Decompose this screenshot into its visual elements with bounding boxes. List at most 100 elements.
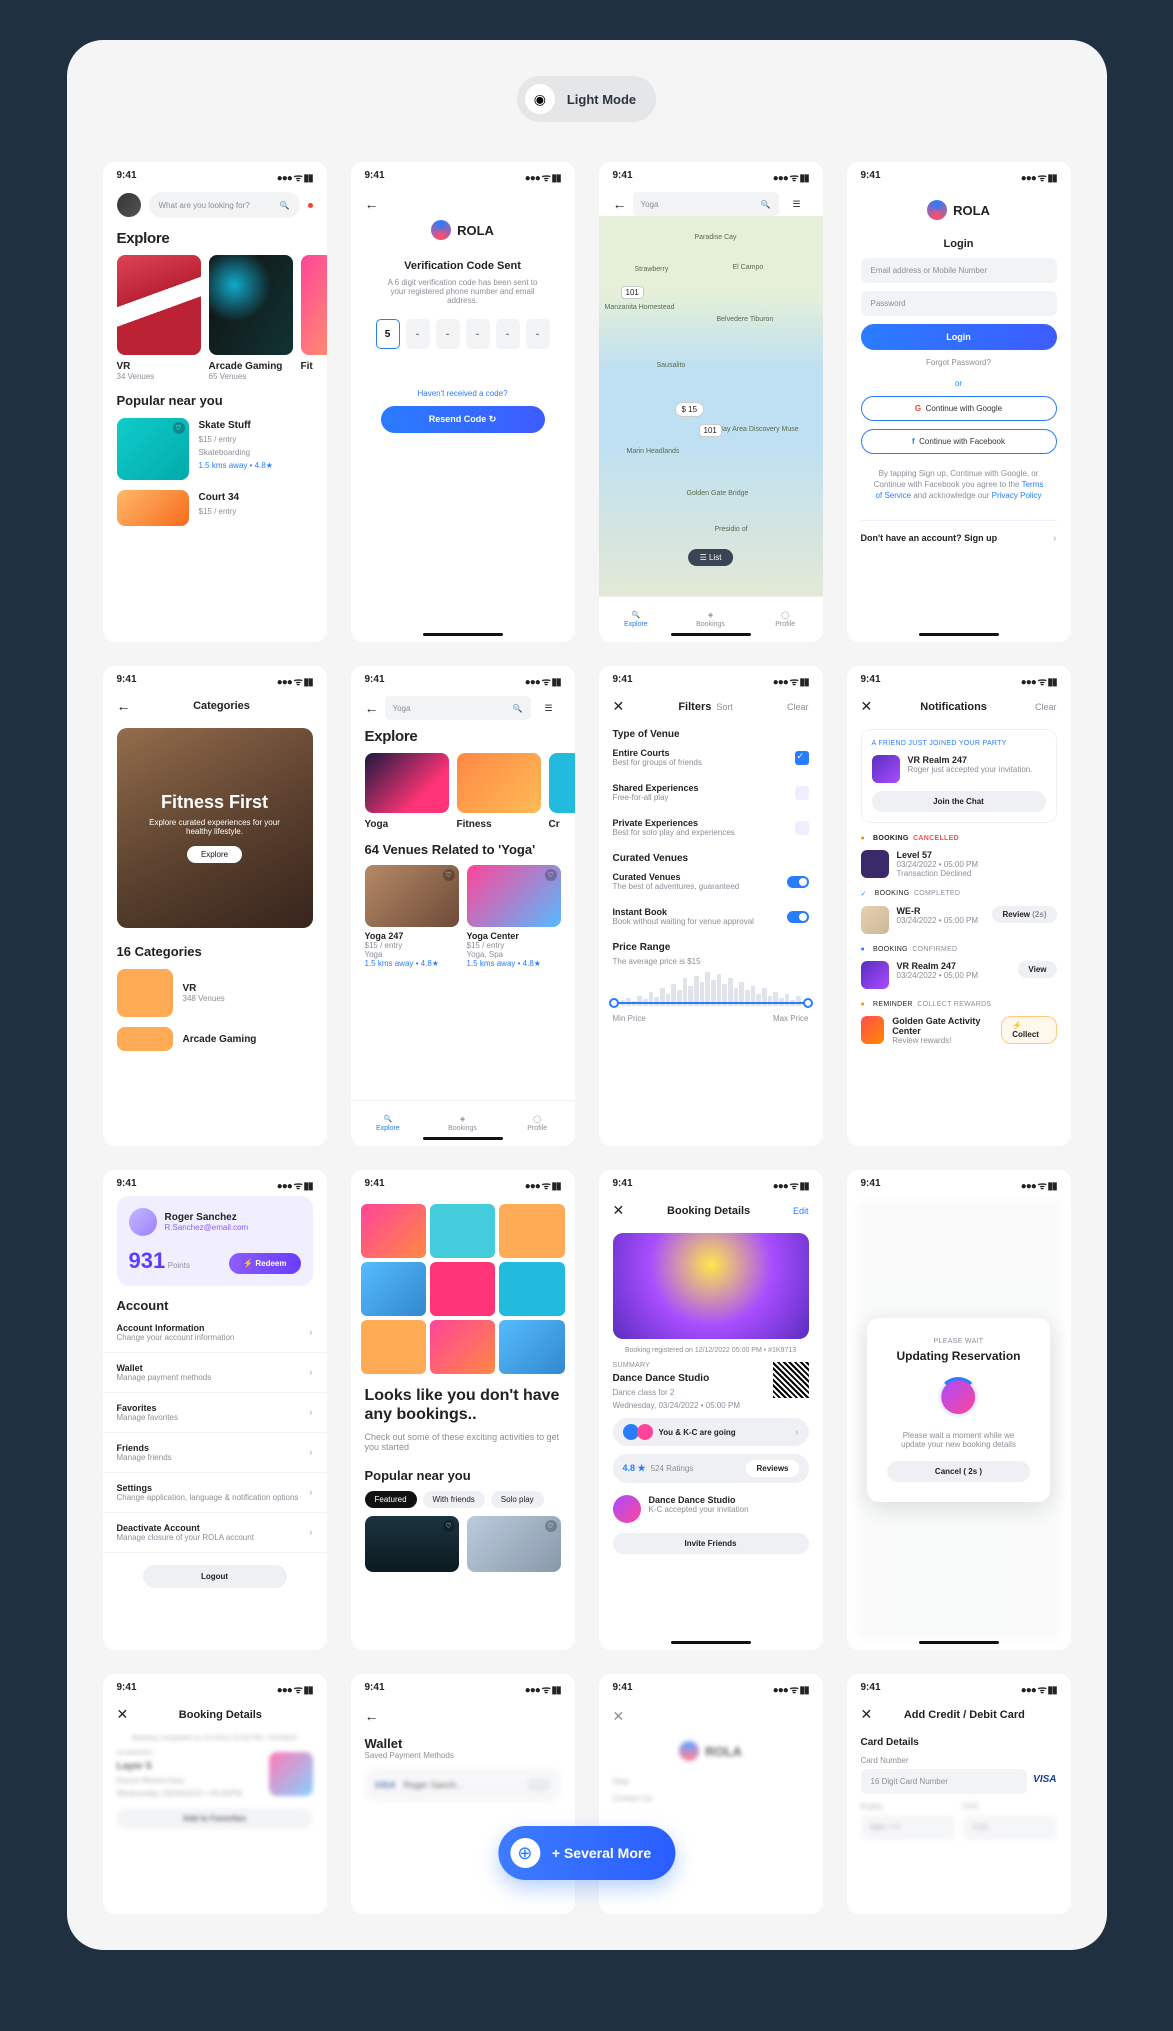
slider-handle[interactable]	[803, 998, 813, 1008]
toggle-icon[interactable]	[787, 876, 809, 888]
category-item[interactable]: VR348 Venues	[117, 969, 313, 1017]
price-badge[interactable]: $ 15	[675, 402, 705, 417]
view-button[interactable]: View	[1018, 961, 1056, 978]
category-card[interactable]: VR34 Venues	[117, 255, 201, 381]
back-button[interactable]: ←	[117, 698, 131, 714]
search-input[interactable]: What are you looking for? 🔍	[149, 192, 300, 218]
category-count: 16 Categories	[103, 944, 327, 959]
rating-pill[interactable]: 4.8 ★ 524 RatingsReviews	[613, 1454, 809, 1483]
tab-profile[interactable]: ◯Profile	[500, 1101, 575, 1146]
close-button[interactable]: ✕	[861, 1706, 873, 1723]
logout-button[interactable]: Logout	[143, 1565, 287, 1588]
category-card[interactable]: Fit	[301, 255, 327, 381]
heart-icon[interactable]: ♡	[173, 422, 185, 434]
otp-inputs[interactable]: 5-----	[351, 319, 575, 349]
chip-friends[interactable]: With friends	[423, 1491, 485, 1508]
collect-button[interactable]: ⚡ Collect	[1001, 1016, 1056, 1044]
filter-option[interactable]: Private ExperiencesBest for solo play an…	[613, 810, 809, 845]
close-button[interactable]: ✕	[613, 1202, 625, 1219]
checkbox-icon[interactable]	[795, 821, 809, 835]
join-chat-button[interactable]: Join the Chat	[872, 791, 1046, 812]
search-input[interactable]: Yoga🔍	[633, 192, 779, 216]
login-button[interactable]: Login	[861, 324, 1057, 350]
explore-button[interactable]: Explore	[187, 846, 242, 863]
signup-link[interactable]: Don't have an account? Sign up	[861, 533, 998, 543]
filter-option[interactable]: Shared ExperiencesFree-for-all play	[613, 775, 809, 810]
facebook-button[interactable]: f Continue with Facebook	[861, 429, 1057, 454]
settings-row[interactable]: FavoritesManage favorites›	[103, 1393, 327, 1433]
venue-item[interactable]: Court 34 $15 / entry	[117, 490, 313, 526]
cvc-field[interactable]: CVC	[963, 1815, 1057, 1840]
settings-row[interactable]: FriendsManage friends›	[103, 1433, 327, 1473]
invite-button[interactable]: Invite Friends	[613, 1533, 809, 1554]
contact-link[interactable]: Contact Us	[613, 1794, 809, 1803]
filter-option[interactable]: Entire CourtsBest for groups of friends	[613, 740, 809, 775]
going-pill[interactable]: You & K-C are going›	[613, 1418, 809, 1446]
back-button[interactable]: ←	[365, 700, 379, 716]
notif-card[interactable]: A FRIEND JUST JOINED YOUR PARTY VR Realm…	[861, 729, 1057, 823]
chip-solo[interactable]: Solo play	[491, 1491, 544, 1508]
tab-profile[interactable]: ◯Profile	[748, 597, 823, 642]
tab-explore[interactable]: 🔍Explore	[599, 597, 674, 642]
venue-card[interactable]: ♡	[467, 1516, 561, 1572]
list-toggle[interactable]: ☰ List	[688, 549, 734, 566]
filter-icon[interactable]: ☰	[785, 192, 809, 216]
edit-button[interactable]: Edit	[793, 1206, 809, 1216]
settings-row[interactable]: Deactivate AccountManage closure of your…	[103, 1513, 327, 1553]
toggle-icon[interactable]	[787, 911, 809, 923]
close-button[interactable]: ✕	[117, 1706, 129, 1723]
password-field[interactable]: Password	[861, 291, 1057, 316]
email-field[interactable]: Email address or Mobile Number	[861, 258, 1057, 283]
back-button[interactable]: ←	[613, 196, 627, 212]
notif-item[interactable]: ● Booking CANCELLED	[861, 835, 1057, 842]
settings-row[interactable]: SettingsChange application, language & n…	[103, 1473, 327, 1513]
visa-icon: VISA	[1033, 1774, 1056, 1785]
filter-icon[interactable]: ☰	[537, 696, 561, 720]
back-button[interactable]: ←	[351, 196, 575, 212]
category-item[interactable]: Arcade Gaming	[117, 1027, 313, 1051]
help-link[interactable]: Help	[613, 1777, 809, 1786]
close-button[interactable]: ✕	[613, 1708, 625, 1724]
cancel-button[interactable]: Cancel ( 2s )	[887, 1461, 1031, 1482]
settings-row[interactable]: Account InformationChange your account i…	[103, 1313, 327, 1353]
venue-card[interactable]: ♡ Yoga 247 $15 / entry Yoga 1.5 kms away…	[365, 865, 459, 968]
category-card[interactable]: Arcade Gaming65 Venues	[209, 255, 293, 381]
avatar[interactable]	[129, 1208, 157, 1236]
filter-toggle[interactable]: Curated VenuesThe best of adventures, gu…	[613, 864, 809, 899]
tab-explore[interactable]: 🔍Explore	[351, 1101, 426, 1146]
search-input[interactable]: Yoga🔍	[385, 696, 531, 720]
review-button[interactable]: Review (2s)	[992, 906, 1056, 923]
clear-button[interactable]: Clear	[787, 702, 809, 712]
settings-row[interactable]: WalletManage payment methods›	[103, 1353, 327, 1393]
google-button[interactable]: G Continue with Google	[861, 396, 1057, 421]
forgot-link[interactable]: Forgot Password?	[861, 358, 1057, 367]
category-hero[interactable]: Fitness First Explore curated experience…	[117, 728, 313, 928]
category-card[interactable]: Yoga	[365, 753, 449, 830]
close-button[interactable]: ✕	[613, 698, 625, 715]
category-card[interactable]: Cr	[549, 753, 575, 830]
resend-button[interactable]: Resend Code ↻	[381, 406, 545, 433]
checkbox-icon[interactable]	[795, 786, 809, 800]
close-button[interactable]: ✕	[861, 698, 873, 715]
favorite-button[interactable]: Add to Favorites	[117, 1808, 313, 1829]
chip-featured[interactable]: Featured	[365, 1491, 417, 1508]
several-more-button[interactable]: ⊕ + Several More	[498, 1826, 675, 1880]
expiry-field[interactable]: MM / YY	[861, 1815, 955, 1840]
filter-toggle[interactable]: Instant BookBook without waiting for ven…	[613, 899, 809, 934]
venue-item[interactable]: ♡ Skate Stuff $15 / entry Skateboarding …	[117, 418, 313, 480]
clear-button[interactable]: Clear	[1035, 702, 1057, 712]
notif-badge[interactable]	[308, 203, 313, 208]
map-view[interactable]: Paradise Cay El Campo Strawberry Belvede…	[599, 216, 823, 596]
sort-button[interactable]: Sort	[716, 702, 733, 712]
redeem-button[interactable]: ⚡ Redeem	[229, 1253, 300, 1274]
card-number-field[interactable]: 16 Digit Card Number	[861, 1769, 1028, 1794]
venue-card[interactable]: ♡ Yoga Center $15 / entry Yoga, Spa 1.5 …	[467, 865, 561, 968]
back-button[interactable]: ←	[365, 1708, 379, 1724]
category-card[interactable]: Fitness	[457, 753, 541, 830]
checkbox-icon[interactable]	[795, 751, 809, 765]
globe-icon[interactable]	[117, 193, 141, 217]
slider-handle[interactable]	[609, 998, 619, 1008]
venue-card[interactable]: ♡	[365, 1516, 459, 1572]
qr-code[interactable]	[773, 1362, 809, 1398]
payment-card[interactable]: VISA Roger Sanch...	[365, 1768, 561, 1802]
